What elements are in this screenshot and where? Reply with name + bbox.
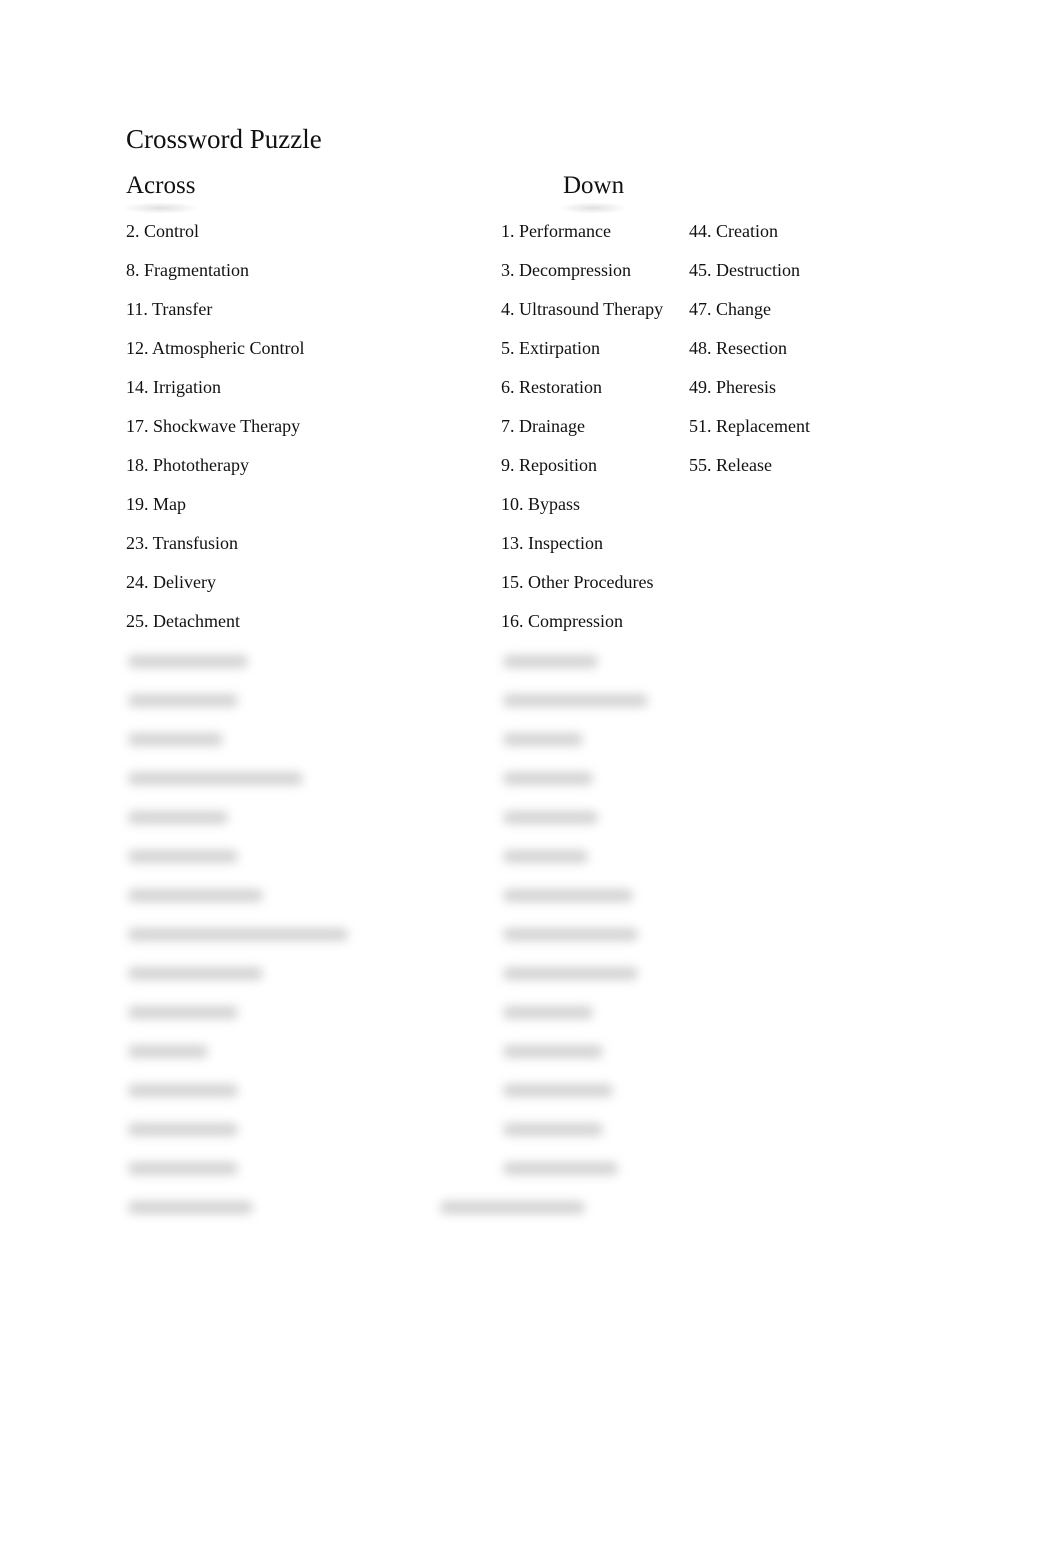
- obscured-down-clue: [503, 772, 593, 785]
- across-clue: 17. Shockwave Therapy: [126, 416, 301, 436]
- down-clue: 4. Ultrasound Therapy: [501, 299, 664, 319]
- obscured-across-clue: [128, 1084, 238, 1097]
- page-title: Crossword Puzzle: [126, 124, 322, 154]
- obscured-across-clue: [128, 967, 263, 980]
- down-clue: 16. Compression: [501, 611, 624, 631]
- obscured-across-clue: [128, 1162, 238, 1175]
- down-clue: 3. Decompression: [501, 260, 631, 280]
- down-clue: 9. Reposition: [501, 455, 598, 475]
- down-clue: 1. Performance: [501, 221, 611, 241]
- obscured-across-clue: [128, 889, 263, 902]
- across-clue: 19. Map: [126, 494, 186, 514]
- down-clue: 55. Release: [689, 455, 772, 475]
- down-clue: 7. Drainage: [501, 416, 585, 436]
- obscured-down-clue: [503, 655, 598, 668]
- obscured-across-clue: [128, 694, 238, 707]
- obscured-down-clue: [503, 1006, 593, 1019]
- obscured-down-clue: [503, 1045, 603, 1058]
- obscured-across-clue: [128, 772, 303, 785]
- obscured-across-clue: [128, 1045, 208, 1058]
- obscured-down-clue: [503, 811, 598, 824]
- down-clue: 49. Pheresis: [689, 377, 776, 397]
- obscured-across-clue: [128, 1201, 253, 1214]
- obscured-across-clue: [128, 811, 228, 824]
- obscured-down-clue: [503, 928, 638, 941]
- across-clue: 25. Detachment: [126, 611, 240, 631]
- down-heading: Down: [558, 172, 629, 214]
- across-clue: 8. Fragmentation: [126, 260, 249, 280]
- down-clue: 44. Creation: [689, 221, 778, 241]
- down-clue: 47. Change: [689, 299, 771, 319]
- obscured-across-clue: [128, 850, 238, 863]
- down-clue: 13. Inspection: [501, 533, 603, 553]
- across-clue: 14. Irrigation: [126, 377, 221, 397]
- across-clue: 18. Phototherapy: [126, 455, 249, 475]
- across-clue: 12. Atmospheric Control: [126, 338, 305, 358]
- across-clue: 2. Control: [126, 221, 200, 241]
- down-clue: 51. Replacement: [689, 416, 810, 436]
- obscured-down-clue: [503, 889, 633, 902]
- obscured-across-clue: [128, 928, 348, 941]
- obscured-down-clue: [503, 733, 583, 746]
- across-heading: Across: [121, 172, 200, 214]
- obscured-down-clue: [440, 1201, 585, 1214]
- obscured-down-clue: [503, 967, 638, 980]
- across-clue: 23. Transfusion: [126, 533, 239, 553]
- obscured-across-clue: [128, 1123, 238, 1136]
- obscured-down-clue: [503, 1123, 603, 1136]
- obscured-across-clue: [128, 733, 223, 746]
- down-clue: 6. Restoration: [501, 377, 602, 397]
- obscured-down-clue: [503, 694, 648, 707]
- down-clue: 15. Other Procedures: [501, 572, 654, 592]
- obscured-across-clue: [128, 1006, 238, 1019]
- obscured-down-clue: [503, 1084, 613, 1097]
- across-clue: 11. Transfer: [126, 299, 213, 319]
- obscured-down-clue: [503, 850, 588, 863]
- down-clue: 45. Destruction: [689, 260, 800, 280]
- down-clue: 48. Resection: [689, 338, 787, 358]
- obscured-down-clue: [503, 1162, 618, 1175]
- obscured-across-clue: [128, 655, 248, 668]
- down-clue: 5. Extirpation: [501, 338, 600, 358]
- down-clue: 10. Bypass: [501, 494, 581, 514]
- across-clue: 24. Delivery: [126, 572, 216, 592]
